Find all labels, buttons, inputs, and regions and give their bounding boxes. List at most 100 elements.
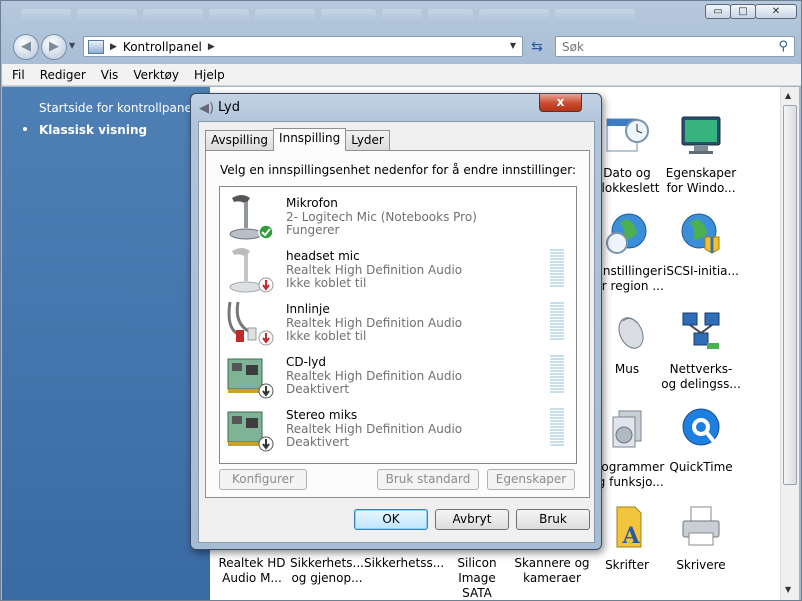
item-label-line2: og gjenop... [291, 571, 363, 585]
cp-item-network[interactable]: Nettverks- og delingss... [661, 309, 741, 392]
device-driver: Realtek High Definition Audio [286, 369, 463, 383]
tab-playback[interactable]: Avspilling [205, 130, 275, 150]
address-dropdown-icon[interactable]: ▼ [510, 41, 516, 50]
menu-file[interactable]: Fil [12, 68, 25, 82]
cp-item-security-center[interactable]: Sikkerhetss... [364, 556, 444, 571]
programs-icon [612, 410, 642, 448]
level-meter [550, 408, 564, 446]
device-list: Mikrofon 2- Logitech Mic (Notebooks Pro)… [219, 186, 577, 464]
device-status: Deaktivert [286, 382, 350, 396]
search-icon[interactable]: ⚲ [778, 39, 788, 54]
breadcrumb-chevron-icon[interactable]: ▶ [110, 42, 117, 52]
recording-panel: Velg en innspillingsenhet nedenfor for å… [205, 150, 590, 498]
tab-strip: Avspilling Innspilling Lyder [205, 128, 390, 151]
set-default-button[interactable]: Bruk standard [377, 469, 479, 490]
history-dropdown-icon[interactable]: ▼ [69, 41, 75, 50]
breadcrumb-kontrollpanel[interactable]: Kontrollpanel [123, 40, 202, 54]
mouse-icon [618, 317, 644, 349]
microphone-icon [229, 248, 274, 293]
bullet-icon [23, 127, 27, 131]
device-name: Innlinje [286, 302, 330, 316]
level-meter [550, 302, 564, 340]
search-input[interactable] [556, 37, 756, 56]
item-label-line1: Sikkerhets... [290, 556, 364, 570]
device-status: Fungerer [286, 223, 340, 237]
quicktime-icon [682, 408, 720, 446]
printer-icon [682, 506, 720, 546]
device-driver: Realtek High Definition Audio [286, 422, 463, 436]
menu-edit[interactable]: Rediger [40, 68, 86, 82]
cp-item-display[interactable]: Egenskaper for Windo... [661, 113, 741, 196]
close-window-button[interactable]: ✕ [755, 4, 797, 19]
minimize-button[interactable]: ▭ [705, 4, 731, 19]
address-bar[interactable]: ▶ Kontrollpanel ▶ ▼ [83, 36, 523, 57]
cp-item-backup[interactable]: Sikkerhets... og gjenop... [289, 556, 365, 586]
cp-item-silicon-image[interactable]: Silicon Image SATA Contr... [439, 556, 515, 601]
cancel-button[interactable]: Avbryt [435, 509, 509, 530]
device-name: Stereo miks [286, 408, 358, 422]
configure-button[interactable]: Konfigurer [219, 469, 307, 490]
device-row-innlinje[interactable]: Innlinje Realtek High Definition Audio I… [224, 296, 572, 349]
cp-item-quicktime[interactable]: QuickTime [661, 407, 741, 475]
menu-help[interactable]: Hjelp [194, 68, 225, 82]
rca-cable-icon [227, 301, 274, 346]
back-button[interactable]: ◀ [13, 34, 39, 60]
device-row-stereo-miks[interactable]: Stereo miks Realtek High Definition Audi… [224, 402, 572, 455]
ok-button[interactable]: OK [354, 509, 428, 530]
cp-item-realtek[interactable]: Realtek HD Audio M... [214, 556, 290, 586]
device-driver: Realtek High Definition Audio [286, 316, 463, 330]
control-panel-home-link[interactable]: Startside for kontrollpanel [39, 101, 195, 115]
device-driver: Realtek High Definition Audio [286, 263, 463, 277]
apply-button[interactable]: Bruk [516, 509, 590, 530]
tab-recording[interactable]: Innspilling [273, 128, 347, 151]
device-status: Deaktivert [286, 435, 350, 449]
maximize-button[interactable]: □ [730, 4, 756, 19]
fonts-icon: A [616, 506, 642, 549]
device-driver: 2- Logitech Mic (Notebooks Pro) [286, 210, 477, 224]
scroll-up-icon[interactable]: ▲ [785, 91, 791, 100]
breadcrumb-chevron-icon[interactable]: ▶ [208, 42, 215, 52]
device-name: headset mic [286, 249, 360, 263]
control-panel-icon [88, 39, 104, 54]
device-row-cd-lyd[interactable]: CD-lyd Realtek High Definition Audio Dea… [224, 349, 572, 402]
task-pane [2, 87, 210, 600]
properties-button[interactable]: Egenskaper [487, 469, 575, 490]
search-box[interactable]: ⚲ [555, 36, 795, 57]
globe-clock-icon [606, 213, 647, 254]
level-meter [550, 249, 564, 287]
cp-item-iscsi[interactable]: iSCSI-initia... [661, 211, 741, 279]
dialog-body: Avspilling Innspilling Lyder Velg en inn… [198, 121, 595, 543]
globe-network-icon [681, 213, 720, 254]
cp-item-scanners[interactable]: Skannere og kameraer [514, 556, 590, 586]
menu-tools[interactable]: Verktøy [133, 68, 179, 82]
item-label-line1: QuickTime [669, 460, 733, 474]
scroll-down-icon[interactable]: ▼ [785, 585, 791, 594]
sound-card-icon [227, 358, 274, 399]
menu-bar: Fil Rediger Vis Verktøy Hjelp [2, 64, 801, 86]
calendar-clock-icon [606, 118, 649, 152]
vertical-scrollbar[interactable]: ▲ ▼ [780, 87, 799, 600]
item-label-line1: Silicon Image [457, 556, 497, 585]
scroll-thumb[interactable] [783, 105, 797, 485]
instruction-text: Velg en innspillingsenhet nedenfor for å… [220, 163, 577, 177]
device-row-headset-mic[interactable]: headset mic Realtek High Definition Audi… [224, 243, 572, 296]
item-label-line1: Skannere og [514, 556, 590, 570]
item-label-line2: Audio M... [222, 571, 282, 585]
dialog-close-button[interactable]: x [539, 94, 582, 112]
monitor-icon [681, 116, 721, 154]
device-name: CD-lyd [286, 355, 327, 369]
device-status: Ikke koblet til [286, 329, 367, 343]
device-row-mikrofon[interactable]: Mikrofon 2- Logitech Mic (Notebooks Pro)… [224, 190, 572, 243]
menu-view[interactable]: Vis [101, 68, 119, 82]
classic-view-link[interactable]: Klassisk visning [39, 123, 147, 137]
dialog-title: Lyd [218, 100, 240, 115]
sound-card-icon [227, 411, 274, 452]
network-icon [682, 312, 720, 349]
item-label-line2: for Windo... [666, 181, 736, 195]
speaker-icon: ◀) [199, 101, 215, 116]
cp-item-printers[interactable]: Skrivere [661, 505, 741, 573]
item-label-line1: Realtek HD [218, 556, 286, 570]
refresh-icon[interactable]: ⇆ [527, 37, 547, 57]
tab-sounds[interactable]: Lyder [345, 130, 390, 150]
forward-button[interactable]: ▶ [41, 34, 67, 60]
